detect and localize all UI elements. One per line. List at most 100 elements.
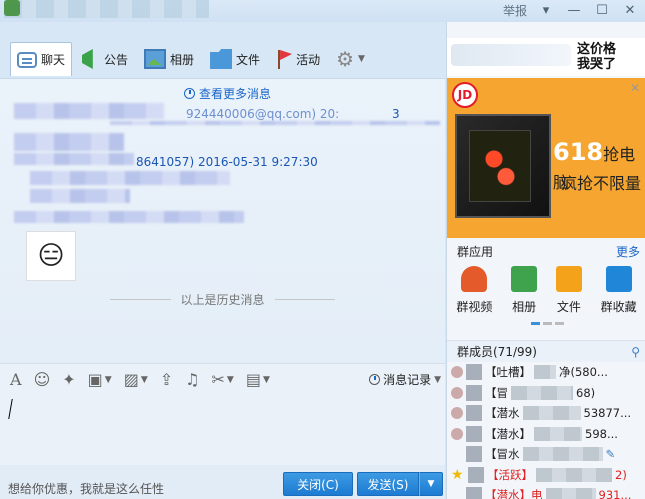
list-item[interactable]: ★ 【活跃】 2) — [447, 465, 645, 486]
tab-files-label: 文件 — [236, 52, 261, 67]
app-group-video[interactable]: 群视频 — [456, 266, 492, 322]
settings-menu[interactable]: ⚙ ▼ — [330, 43, 371, 75]
album-icon — [144, 49, 167, 69]
message-record-button[interactable]: 消息记录 ▼ — [369, 371, 441, 388]
jd-logo: JD — [452, 82, 478, 108]
group-apps: 群视频 相册 文件 群收藏 — [447, 266, 645, 322]
tab-chat[interactable]: 聊天 — [10, 42, 73, 76]
chevron-down-icon[interactable]: ▼ — [263, 375, 270, 385]
music-icon[interactable]: ♫ — [185, 371, 199, 388]
activity-flag-icon — [276, 49, 292, 69]
group-apps-title: 群应用 — [457, 244, 494, 259]
app-favorites[interactable]: 群收藏 — [601, 266, 637, 322]
message-meta: 924440006@qq.com) 20: — [186, 107, 340, 121]
chat-history[interactable]: 查看更多消息 924440006@qq.com) 20: 3 8641057) … — [0, 78, 445, 363]
blurred-message — [30, 189, 130, 203]
tab-notice[interactable]: 公告 — [76, 43, 134, 75]
album-icon — [511, 266, 538, 292]
member-list[interactable]: 【吐槽】 净(580... 【冒 68) 【潜水 53877... 【潜水】 5… — [447, 362, 645, 499]
computer-case-image — [455, 114, 551, 218]
send-button[interactable]: 发送(S) — [357, 472, 419, 496]
upload-icon[interactable]: ⇪ — [160, 371, 173, 388]
list-item[interactable]: 【吐槽】 净(580... — [447, 362, 645, 383]
tab-album-label: 相册 — [170, 52, 195, 67]
video-icon — [461, 266, 488, 292]
close-button[interactable]: 关闭(C) — [283, 472, 353, 496]
chevron-down-icon: ▼ — [358, 54, 365, 64]
message-record-label: 消息记录 — [383, 373, 432, 387]
ad-close-icon[interactable]: ✕ — [630, 81, 640, 95]
user-icon — [451, 407, 463, 420]
blurred-sender — [14, 103, 164, 119]
star-icon: ★ — [451, 466, 464, 483]
ad-top-text: 这价格 我哭了 — [577, 42, 617, 72]
gift-icon[interactable]: ▣ — [88, 371, 103, 388]
edit-icon[interactable]: ✎ — [606, 447, 616, 461]
scissors-icon[interactable]: ✂ — [212, 371, 225, 388]
right-panel: 这价格 我哭了 JD ✕ 618抢电脑 疯抢不限量 群应用 更多 群视频 相册 … — [446, 22, 645, 499]
list-item[interactable]: 【潜水】 598... — [447, 424, 645, 445]
caret-down-icon[interactable]: ▾ — [537, 3, 555, 19]
ad-banner-top[interactable]: 这价格 我哭了 — [447, 38, 645, 76]
search-icon[interactable]: ⚲ — [631, 345, 640, 359]
chevron-down-icon[interactable]: ▼ — [141, 375, 148, 385]
bottom-bar: 想给你优惠，我就是这么任性 关闭(C) 发送(S) ▼ — [0, 465, 445, 499]
avatar — [466, 364, 482, 381]
blurred-sender — [14, 153, 134, 165]
tab-bar: 聊天 公告 相册 文件 活动 ⚙ ▼ — [0, 40, 445, 78]
font-icon[interactable]: A — [10, 371, 22, 388]
title-bar: 举报 ▾ — ☐ ✕ — [0, 0, 645, 22]
chevron-down-icon: ▼ — [434, 374, 441, 385]
list-item[interactable]: 【冒水 ✎ — [447, 444, 645, 465]
clock-icon — [184, 88, 195, 99]
app-files[interactable]: 文件 — [555, 266, 582, 322]
avatar — [466, 446, 482, 463]
avatar — [466, 405, 482, 422]
more-tools-icon[interactable]: ▤ — [246, 371, 261, 388]
send-options-button[interactable]: ▼ — [419, 472, 443, 496]
list-item[interactable]: 【潜水】电 931... — [447, 485, 645, 499]
message-meta: 8641057) 2016-05-31 9:27:30 — [136, 155, 318, 169]
close-icon[interactable]: ✕ — [621, 3, 639, 19]
image-icon[interactable]: ▨ — [124, 371, 139, 388]
tab-album[interactable]: 相册 — [138, 43, 200, 75]
history-divider-label: 以上是历史消息 — [180, 293, 265, 307]
sticker-image[interactable]: 😑 — [26, 231, 76, 281]
apps-pager[interactable] — [531, 322, 564, 325]
magic-wand-icon[interactable]: ✦ — [62, 371, 75, 388]
view-more-messages-link[interactable]: 查看更多消息 — [184, 85, 271, 102]
group-apps-more-link[interactable]: 更多 — [616, 243, 640, 260]
ad-banner-main[interactable]: JD ✕ 618抢电脑 疯抢不限量 — [447, 78, 645, 238]
tab-activity[interactable]: 活动 — [270, 43, 326, 75]
message-input[interactable] — [0, 395, 445, 465]
minimize-icon[interactable]: — — [565, 3, 583, 19]
chevron-down-icon[interactable]: ▼ — [105, 375, 112, 385]
list-item[interactable]: 【冒 68) — [447, 383, 645, 404]
user-icon — [451, 386, 463, 399]
avatar — [466, 487, 482, 499]
group-avatar-title — [4, 0, 209, 18]
chat-bubble-icon — [17, 51, 37, 68]
emoji-icon[interactable]: ☺ — [34, 371, 51, 388]
folder-icon — [555, 266, 582, 292]
app-album[interactable]: 相册 — [511, 266, 538, 322]
avatar — [466, 425, 482, 442]
history-divider: 以上是历史消息 — [110, 291, 336, 308]
members-header: 群成员(71/99) ⚲ — [447, 340, 645, 362]
tab-chat-label: 聊天 — [41, 53, 66, 67]
user-icon — [451, 366, 463, 379]
list-item[interactable]: 【潜水 53877... — [447, 403, 645, 424]
chevron-down-icon[interactable]: ▼ — [227, 375, 234, 385]
message-meta-suffix: 3 — [392, 107, 400, 121]
tab-activity-label: 活动 — [296, 52, 321, 67]
members-title: 群成员(71/99) — [457, 345, 537, 359]
input-toolbar: A ☺ ✦ ▣ ▼ ▨ ▼ ⇪ ♫ ✂ ▼ ▤ ▼ 消息记录 ▼ — [0, 363, 445, 395]
avatar — [466, 384, 482, 401]
text-cursor — [8, 399, 13, 419]
report-link[interactable]: 举报 — [503, 2, 527, 19]
avatar — [468, 466, 484, 483]
folder-icon — [210, 49, 233, 69]
signature-hint: 想给你优惠，我就是这么任性 — [8, 482, 165, 496]
tab-files[interactable]: 文件 — [204, 43, 266, 75]
maximize-icon[interactable]: ☐ — [593, 3, 611, 19]
